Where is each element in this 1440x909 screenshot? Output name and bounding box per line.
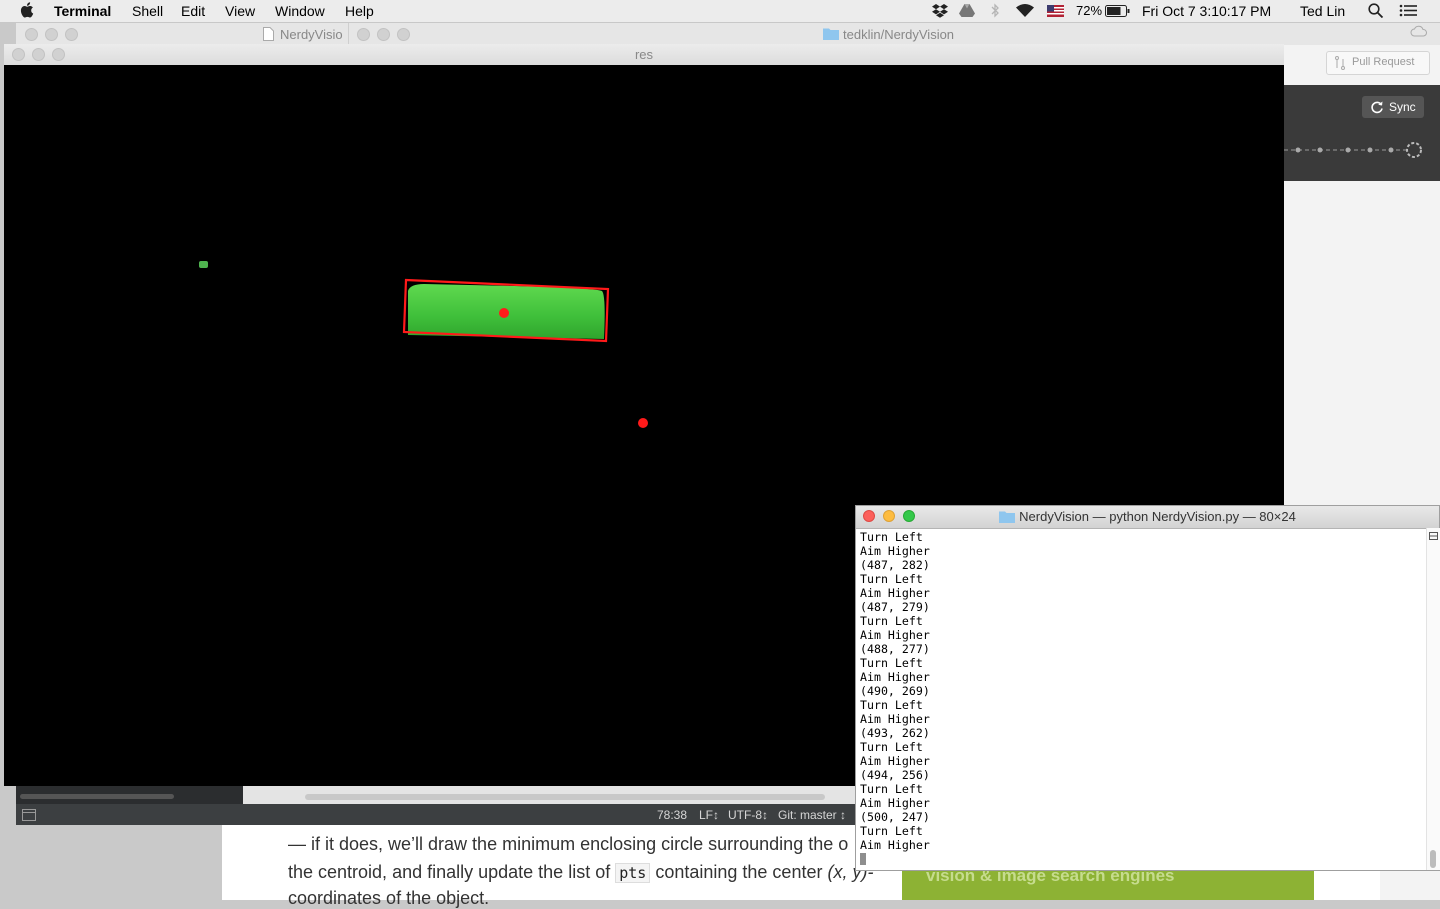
terminal-line: (487, 279) (860, 600, 930, 614)
terminal-output[interactable]: Turn Left Aim Higher (487, 282) Turn Left Ai… (860, 530, 1420, 866)
panel-toggle-icon[interactable] (22, 809, 36, 821)
minimize-button-inactive[interactable] (45, 28, 58, 41)
terminal-line: Turn Left (860, 656, 923, 670)
noise-blob (199, 261, 208, 268)
zoom-button-inactive[interactable] (397, 28, 410, 41)
res-window-titlebar[interactable]: res (4, 44, 1284, 66)
terminal-titlebar[interactable]: NerdyVision — python NerdyVision.py — 80… (856, 506, 1439, 529)
bluetooth-icon[interactable] (989, 3, 1001, 18)
centroid-marker (499, 308, 509, 318)
terminal-cursor-line (860, 852, 1420, 866)
terminal-cursor (860, 853, 866, 865)
sync-label: Sync (1389, 100, 1416, 114)
terminal-scrollbar[interactable] (1426, 528, 1440, 870)
menu-bar: Terminal Shell Edit View Window Help 72%… (0, 0, 1440, 23)
article-text-fragment: containing the center (655, 862, 823, 882)
terminal-line: Aim Higher (860, 544, 930, 558)
background-editor-window[interactable]: NerdyVisio (16, 23, 348, 46)
menu-edit[interactable]: Edit (181, 3, 205, 19)
line-ending-selector[interactable]: LF↕ (699, 808, 719, 822)
terminal-window[interactable]: NerdyVision — python NerdyVision.py — 80… (855, 505, 1440, 871)
terminal-title: NerdyVision — python NerdyVision.py — 80… (856, 509, 1439, 524)
target-marker (638, 418, 648, 428)
terminal-line: Aim Higher (860, 754, 930, 768)
folder-icon (823, 28, 839, 40)
close-button-inactive[interactable] (357, 28, 370, 41)
branch-timeline[interactable] (1284, 140, 1428, 162)
zoom-button-inactive[interactable] (65, 28, 78, 41)
menu-app-name[interactable]: Terminal (54, 3, 111, 19)
terminal-line: Turn Left (860, 782, 923, 796)
terminal-line: Aim Higher (860, 628, 930, 642)
split-view-icon[interactable] (1429, 532, 1438, 540)
wifi-icon[interactable] (1015, 3, 1035, 18)
background-editor-title: NerdyVisio (280, 27, 343, 42)
github-window-title: tedklin/NerdyVision (843, 27, 955, 42)
menu-help[interactable]: Help (345, 3, 374, 19)
article-text-fragment: the centroid, and finally update the lis… (288, 862, 611, 882)
menu-window[interactable]: Window (275, 3, 325, 19)
search-icon[interactable] (1368, 3, 1384, 18)
terminal-line: Aim Higher (860, 712, 930, 726)
apple-icon[interactable] (20, 2, 34, 18)
dropbox-icon[interactable] (932, 3, 948, 18)
menu-clock[interactable]: Fri Oct 7 3:10:17 PM (1142, 3, 1271, 19)
terminal-line: Aim Higher (860, 838, 930, 852)
git-branch-selector[interactable]: Git: master ↕ (778, 808, 846, 822)
pull-request-button[interactable]: Pull Request (1326, 51, 1430, 75)
list-icon[interactable] (1399, 3, 1418, 18)
background-github-window[interactable]: tedklin/NerdyVision (348, 23, 1440, 46)
encoding-selector[interactable]: UTF-8↕ (728, 808, 768, 822)
folder-icon (999, 511, 1016, 523)
terminal-line: Turn Left (860, 614, 923, 628)
menu-shell[interactable]: Shell (132, 3, 163, 19)
article-text-line: coordinates of the object. (288, 888, 490, 908)
cloud-icon[interactable] (1410, 25, 1428, 39)
pull-request-icon (1335, 56, 1345, 70)
minimize-button-inactive[interactable] (377, 28, 390, 41)
file-icon (263, 27, 274, 41)
terminal-line: (494, 256) (860, 768, 930, 782)
flag-icon[interactable] (1047, 5, 1064, 17)
editor-status-bar: 78:38 LF↕ UTF-8↕ Git: master ↕ (16, 806, 856, 825)
terminal-line: Aim Higher (860, 670, 930, 684)
terminal-line: (490, 269) (860, 684, 930, 698)
terminal-line: Turn Left (860, 572, 923, 586)
inline-code: pts (615, 863, 651, 883)
sync-button[interactable]: Sync (1362, 96, 1424, 118)
battery-percent: 72% (1076, 3, 1103, 18)
terminal-scrollbar-thumb[interactable] (1430, 850, 1436, 868)
close-button-inactive[interactable] (25, 28, 38, 41)
pull-request-label: Pull Request (1352, 56, 1415, 68)
terminal-line: (488, 277) (860, 642, 930, 656)
sync-icon (1371, 101, 1383, 114)
terminal-line: Turn Left (860, 530, 923, 544)
editor-scrollbar-thumb[interactable] (305, 794, 825, 800)
terminal-line: Turn Left (860, 740, 923, 754)
article-text-line: the centroid, and finally update the lis… (288, 862, 873, 883)
terminal-line: (493, 262) (860, 726, 930, 740)
drive-icon[interactable] (959, 3, 975, 18)
cursor-position[interactable]: 78:38 (657, 808, 687, 822)
terminal-line: Turn Left (860, 824, 923, 838)
article-text-line: — if it does, we’ll draw the minimum enc… (288, 834, 849, 854)
terminal-line: (487, 282) (860, 558, 930, 572)
menu-user[interactable]: Ted Lin (1300, 3, 1345, 19)
menu-view[interactable]: View (225, 3, 255, 19)
terminal-line: Aim Higher (860, 586, 930, 600)
res-window-title: res (634, 47, 654, 62)
terminal-line: Turn Left (860, 698, 923, 712)
editor-scrollbar-thumb[interactable] (20, 794, 174, 799)
terminal-line: (500, 247) (860, 810, 930, 824)
battery-icon[interactable] (1105, 5, 1130, 17)
terminal-line: Aim Higher (860, 796, 930, 810)
terminal-title-text: NerdyVision — python NerdyVision.py — 80… (1019, 509, 1296, 524)
